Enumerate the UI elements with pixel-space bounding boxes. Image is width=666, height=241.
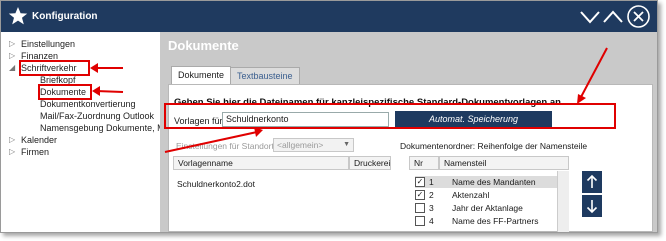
minimize-chevron-icon[interactable] xyxy=(578,4,603,29)
storage-value: <allgemein> xyxy=(277,140,324,150)
expand-arrow-icon[interactable]: ▷ xyxy=(9,134,17,146)
tree-item-dokumente[interactable]: Dokumente xyxy=(38,84,92,100)
names-header-namensteil[interactable]: Namensteil xyxy=(439,156,569,170)
maximize-chevron-icon[interactable] xyxy=(601,4,626,29)
storage-label: Einstellungen für Standort xyxy=(176,141,274,151)
title-bar: Konfiguration xyxy=(1,1,657,32)
configuration-window: Konfiguration ▷ Einstellungen ▷ Finanzen… xyxy=(0,0,658,233)
page-title: Dokumente xyxy=(168,38,239,53)
tree-item-einstellungen[interactable]: Einstellungen xyxy=(21,38,75,50)
tree-item-schriftverkehr[interactable]: Schriftverkehr xyxy=(19,60,90,76)
storage-select[interactable]: <allgemein> ▼ xyxy=(273,138,354,152)
collapse-arrow-icon[interactable]: ◢ xyxy=(9,62,17,74)
name-part-number: 2 xyxy=(429,190,434,200)
tree-item-firmen[interactable]: Firmen xyxy=(21,146,49,158)
name-part-checkbox[interactable]: ✓ xyxy=(415,177,425,187)
tree-item-kalender[interactable]: Kalender xyxy=(21,134,57,146)
name-part-label: Name des FF-Partners xyxy=(452,216,539,226)
files-header-druckereinst[interactable]: Druckereinst xyxy=(349,156,391,170)
name-part-label: Name des Mandanten xyxy=(452,177,536,187)
star-icon xyxy=(8,7,28,25)
expand-arrow-icon[interactable]: ▷ xyxy=(9,50,17,62)
tree-item-mail-fax-zuordnung[interactable]: Mail/Fax-Zuordnung Outlook xyxy=(40,110,154,122)
name-part-row[interactable]: 4 Name des FF-Partners xyxy=(415,215,557,227)
files-header-vorlagenname[interactable]: Vorlagenname xyxy=(173,156,349,170)
tree-item-finanzen[interactable]: Finanzen xyxy=(21,50,58,62)
names-scrollbar[interactable] xyxy=(557,171,569,232)
name-part-number: 3 xyxy=(429,203,434,213)
name-part-label: Jahr der Aktanlage xyxy=(452,203,523,213)
name-part-label: Aktenzahl xyxy=(452,190,490,200)
expand-arrow-icon[interactable]: ▷ xyxy=(9,146,17,158)
vorlage-value: Schuldnerkonto xyxy=(226,114,289,124)
name-part-row[interactable]: 3 Jahr der Aktanlage xyxy=(415,202,557,214)
tree-item-dokumentkonvertierung[interactable]: Dokumentkonvertierung xyxy=(40,98,136,110)
vorlage-label: Vorlagen für xyxy=(174,116,223,126)
dokumente-panel: Geben Sie hier die Dateinamen für kanzle… xyxy=(168,84,653,232)
auto-save-button[interactable]: Automat. Speicherung xyxy=(395,111,552,128)
arrow-down-icon xyxy=(586,200,598,214)
tree-item-namensgebung[interactable]: Namensgebung Dokumente, M xyxy=(40,122,165,134)
content-area: Dokumente Dokumente Textbausteine Geben … xyxy=(160,32,657,232)
name-part-checkbox[interactable] xyxy=(415,203,425,213)
arrow-up-icon xyxy=(586,174,598,188)
name-part-number: 4 xyxy=(429,216,434,226)
name-part-checkbox[interactable] xyxy=(415,216,425,226)
window-title: Konfiguration xyxy=(32,11,98,22)
close-icon[interactable] xyxy=(626,4,651,29)
dropdown-arrow-icon: ▼ xyxy=(343,141,350,148)
name-part-number: 1 xyxy=(429,177,434,187)
names-header-nr[interactable]: Nr xyxy=(409,156,439,170)
expand-arrow-icon[interactable]: ▷ xyxy=(9,38,17,50)
move-down-button[interactable] xyxy=(582,195,602,217)
name-part-row[interactable]: ✓ 2 Aktenzahl xyxy=(415,189,557,201)
navigation-tree: ▷ Einstellungen ▷ Finanzen ◢ Schriftverk… xyxy=(1,32,165,232)
tab-textbausteine[interactable]: Textbausteine xyxy=(230,67,300,84)
ordner-label: Dokumentenordner: Reihenfolge der Namens… xyxy=(400,141,588,151)
vorlage-select[interactable]: Schuldnerkonto xyxy=(222,112,389,127)
file-row[interactable]: Schuldnerkonto2.dot xyxy=(177,179,255,189)
name-part-row[interactable]: ✓ 1 Name des Mandanten xyxy=(415,176,557,188)
name-part-checkbox[interactable]: ✓ xyxy=(415,190,425,200)
move-up-button[interactable] xyxy=(582,171,602,193)
instruction-text: Geben Sie hier die Dateinamen für kanzle… xyxy=(174,97,564,108)
tab-dokumente[interactable]: Dokumente xyxy=(171,66,232,84)
tree-item-briefkopf[interactable]: Briefkopf xyxy=(40,74,76,86)
